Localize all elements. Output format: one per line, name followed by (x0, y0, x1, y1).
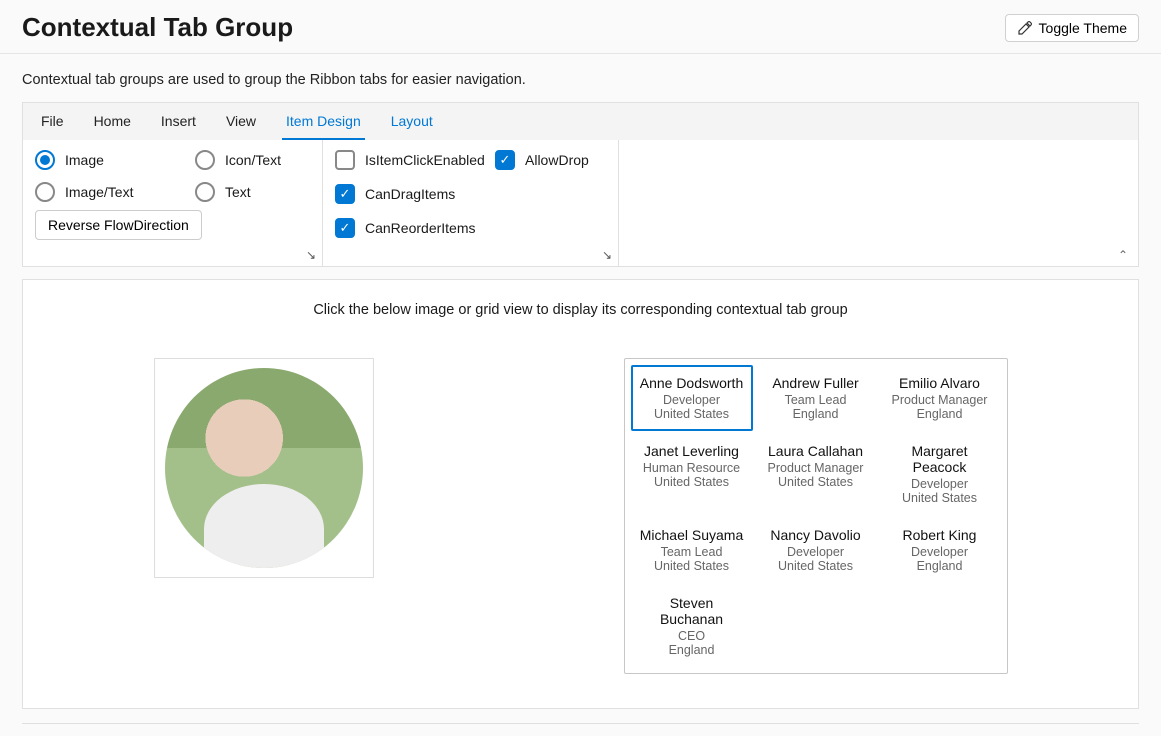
radio-label: Icon/Text (225, 152, 281, 168)
tab-file[interactable]: File (37, 103, 68, 140)
person-card[interactable]: Janet Leverling Human ResourceUnited Stat… (631, 433, 753, 515)
person-location: England (885, 559, 995, 573)
person-name: Anne Dodsworth (637, 375, 747, 391)
toggle-theme-button[interactable]: Toggle Theme (1005, 14, 1139, 42)
hint-text: Click the below image or grid view to di… (41, 302, 1120, 318)
person-card[interactable]: Emilio Alvaro Product ManagerEngland (879, 365, 1001, 431)
person-role: Developer (885, 545, 995, 559)
person-name: Robert King (885, 527, 995, 543)
radio-image-text[interactable]: Image/Text (35, 182, 195, 202)
person-role: Human Resource (637, 461, 747, 475)
radio-icon (195, 150, 215, 170)
person-location: United States (637, 407, 747, 421)
person-name: Emilio Alvaro (885, 375, 995, 391)
radio-label: Image/Text (65, 184, 133, 200)
tab-item-design[interactable]: Item Design (282, 103, 365, 140)
collapse-ribbon-icon[interactable]: ⌃ (1118, 248, 1128, 262)
radio-label: Text (225, 184, 251, 200)
person-role: Product Manager (761, 461, 871, 475)
person-location: United States (637, 559, 747, 573)
person-name: Laura Callahan (761, 443, 871, 459)
radio-icon-text[interactable]: Icon/Text (195, 150, 335, 170)
person-role: Developer (885, 477, 995, 491)
people-grid-view[interactable]: Anne DodsworthDeveloperUnited StatesAndr… (624, 358, 1008, 674)
person-role: Team Lead (761, 393, 871, 407)
tab-layout[interactable]: Layout (387, 103, 437, 140)
check-item-click-enabled[interactable]: IsItemClickEnabled (335, 150, 495, 170)
person-location: United States (761, 475, 871, 489)
checkbox-icon (495, 150, 515, 170)
check-label: CanReorderItems (365, 220, 476, 236)
checkbox-icon (335, 218, 355, 238)
tab-insert[interactable]: Insert (157, 103, 200, 140)
person-role: Developer (761, 545, 871, 559)
check-label: CanDragItems (365, 186, 455, 202)
footer-divider (22, 723, 1139, 724)
description-text: Contextual tab groups are used to group … (0, 54, 1161, 102)
person-name: Andrew Fuller (761, 375, 871, 391)
person-card[interactable]: Anne Dodsworth DeveloperUnited States (631, 365, 753, 431)
person-card[interactable]: Margaret Peacock DeveloperUnited States (879, 433, 1001, 515)
person-card[interactable]: Nancy Davolio DeveloperUnited States (755, 517, 877, 583)
person-name: Janet Leverling (637, 443, 747, 459)
person-location: England (637, 643, 747, 657)
radio-label: Image (65, 152, 104, 168)
person-location: United States (761, 559, 871, 573)
person-role: CEO (637, 629, 747, 643)
person-name: Steven Buchanan (637, 595, 747, 627)
person-role: Product Manager (885, 393, 995, 407)
person-card[interactable]: Michael Suyama Team LeadUnited States (631, 517, 753, 583)
person-card[interactable]: Robert King DeveloperEngland (879, 517, 1001, 583)
page-title: Contextual Tab Group (22, 12, 293, 43)
check-can-reorder-items[interactable]: CanReorderItems (335, 218, 495, 238)
image-preview[interactable] (154, 358, 374, 578)
person-card[interactable]: Andrew Fuller Team LeadEngland (755, 365, 877, 431)
check-can-drag-items[interactable]: CanDragItems (335, 184, 495, 204)
person-location: United States (885, 491, 995, 505)
person-name: Margaret Peacock (885, 443, 995, 475)
person-location: England (761, 407, 871, 421)
radio-text[interactable]: Text (195, 182, 335, 202)
person-location: England (885, 407, 995, 421)
radio-icon (195, 182, 215, 202)
content-panel: Click the below image or grid view to di… (22, 279, 1139, 709)
ribbon-tabs: File Home Insert View Item Design Layout (22, 102, 1139, 140)
toggle-theme-label: Toggle Theme (1039, 20, 1127, 36)
person-name: Michael Suyama (637, 527, 747, 543)
radio-icon (35, 182, 55, 202)
ribbon-group-empty: ⌃ (619, 140, 1138, 266)
check-label: IsItemClickEnabled (365, 152, 485, 168)
person-card[interactable]: Steven Buchanan CEOEngland (631, 585, 753, 667)
person-name: Nancy Davolio (761, 527, 871, 543)
tab-home[interactable]: Home (90, 103, 135, 140)
ribbon-group-interaction: IsItemClickEnabled AllowDrop CanDragItem… (323, 140, 619, 266)
avatar-image (165, 368, 363, 568)
radio-icon (35, 150, 55, 170)
check-label: AllowDrop (525, 152, 589, 168)
tab-view[interactable]: View (222, 103, 260, 140)
checkbox-icon (335, 150, 355, 170)
person-location: United States (637, 475, 747, 489)
checkbox-icon (335, 184, 355, 204)
person-role: Developer (637, 393, 747, 407)
person-card[interactable]: Laura Callahan Product ManagerUnited Stat… (755, 433, 877, 515)
dialog-launcher-icon[interactable]: ↘ (602, 248, 612, 262)
edit-icon (1017, 20, 1033, 36)
reverse-flowdirection-button[interactable]: Reverse FlowDirection (35, 210, 202, 240)
radio-image[interactable]: Image (35, 150, 195, 170)
person-role: Team Lead (637, 545, 747, 559)
ribbon-group-display: Image Icon/Text Image/Text Text Reverse … (23, 140, 323, 266)
dialog-launcher-icon[interactable]: ↘ (306, 248, 316, 262)
